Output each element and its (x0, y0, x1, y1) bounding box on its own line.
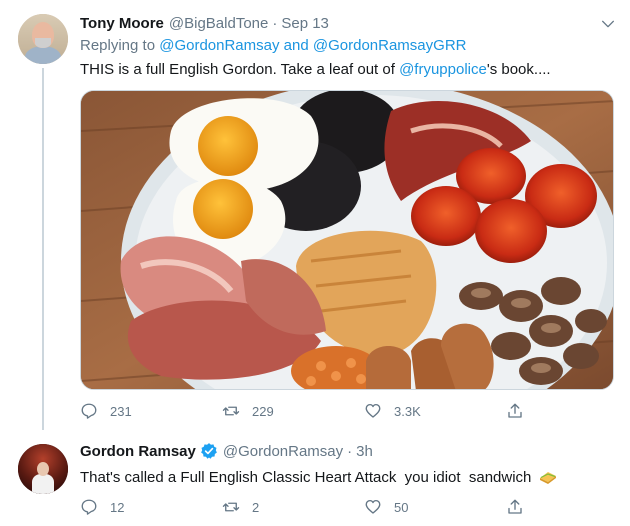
user-handle[interactable]: @BigBaldTone (169, 15, 268, 32)
heart-icon (365, 499, 381, 514)
like-button[interactable]: 3.3K (364, 400, 506, 422)
reply-icon (81, 403, 97, 419)
verified-badge-icon (201, 443, 217, 459)
replying-to: Replying to @GordonRamsay and @GordonRam… (80, 37, 614, 57)
separator-dot: · (272, 14, 278, 32)
avatar[interactable] (18, 14, 68, 64)
heart-icon (365, 403, 381, 418)
tweet-text-part: THIS is a full English Gordon. Take a le… (80, 61, 395, 78)
mention-link[interactable]: @fryuppolice (399, 61, 487, 78)
replying-to-label: Replying to (80, 37, 156, 54)
tweet-text-part: 's book.... (486, 61, 551, 78)
display-name[interactable]: Gordon Ramsay (80, 443, 196, 460)
user-handle[interactable]: @GordonRamsay (223, 443, 343, 460)
tweet-text: THIS is a full English Gordon. Take a le… (80, 60, 614, 80)
tweet-actions: 231 229 3.3K (80, 400, 546, 422)
like-button[interactable]: 50 (364, 496, 506, 518)
tweet-gordon-ramsay[interactable]: Gordon Ramsay @GordonRamsay · 3h That's … (0, 430, 630, 526)
tweet-header: Gordon Ramsay @GordonRamsay · 3h (80, 440, 614, 462)
share-button[interactable] (506, 400, 546, 422)
tweet-text-content: That's called a Full English Classic Hea… (80, 469, 532, 486)
share-icon (508, 499, 522, 514)
avatar[interactable] (18, 444, 68, 494)
share-icon (508, 403, 522, 418)
replying-to-user-link[interactable]: @GordonRamsay (159, 37, 279, 54)
share-button[interactable] (506, 496, 546, 518)
retweet-button[interactable]: 2 (222, 496, 364, 518)
replying-to-joiner[interactable]: and (284, 37, 309, 54)
full-english-breakfast-photo (81, 91, 613, 389)
replying-to-user-link[interactable]: @GordonRamsayGRR (313, 37, 467, 54)
display-name[interactable]: Tony Moore (80, 15, 164, 32)
tweet-photo[interactable] (80, 90, 614, 390)
reply-count: 12 (110, 499, 125, 515)
timestamp[interactable]: Sep 13 (281, 15, 329, 32)
retweet-count: 2 (252, 499, 260, 515)
retweet-button[interactable]: 229 (222, 400, 364, 422)
retweet-icon (222, 502, 240, 512)
reply-button[interactable]: 12 (80, 496, 222, 518)
timestamp[interactable]: 3h (356, 443, 373, 460)
retweet-icon (222, 406, 240, 416)
tweet-text: That's called a Full English Classic Hea… (80, 468, 614, 488)
reply-icon (81, 499, 97, 515)
like-count: 3.3K (394, 403, 421, 419)
sandwich-emoji-icon (539, 472, 556, 484)
like-count: 50 (394, 499, 409, 515)
tweet-tony-moore[interactable]: Tony Moore @BigBaldTone · Sep 13 Replyin… (0, 0, 630, 430)
reply-button[interactable]: 231 (80, 400, 222, 422)
separator-dot: · (347, 442, 353, 460)
tweet-actions: 12 2 50 (80, 496, 546, 518)
tweet-header: Tony Moore @BigBaldTone · Sep 13 (80, 12, 614, 34)
reply-count: 231 (110, 403, 132, 419)
retweet-count: 229 (252, 403, 274, 419)
